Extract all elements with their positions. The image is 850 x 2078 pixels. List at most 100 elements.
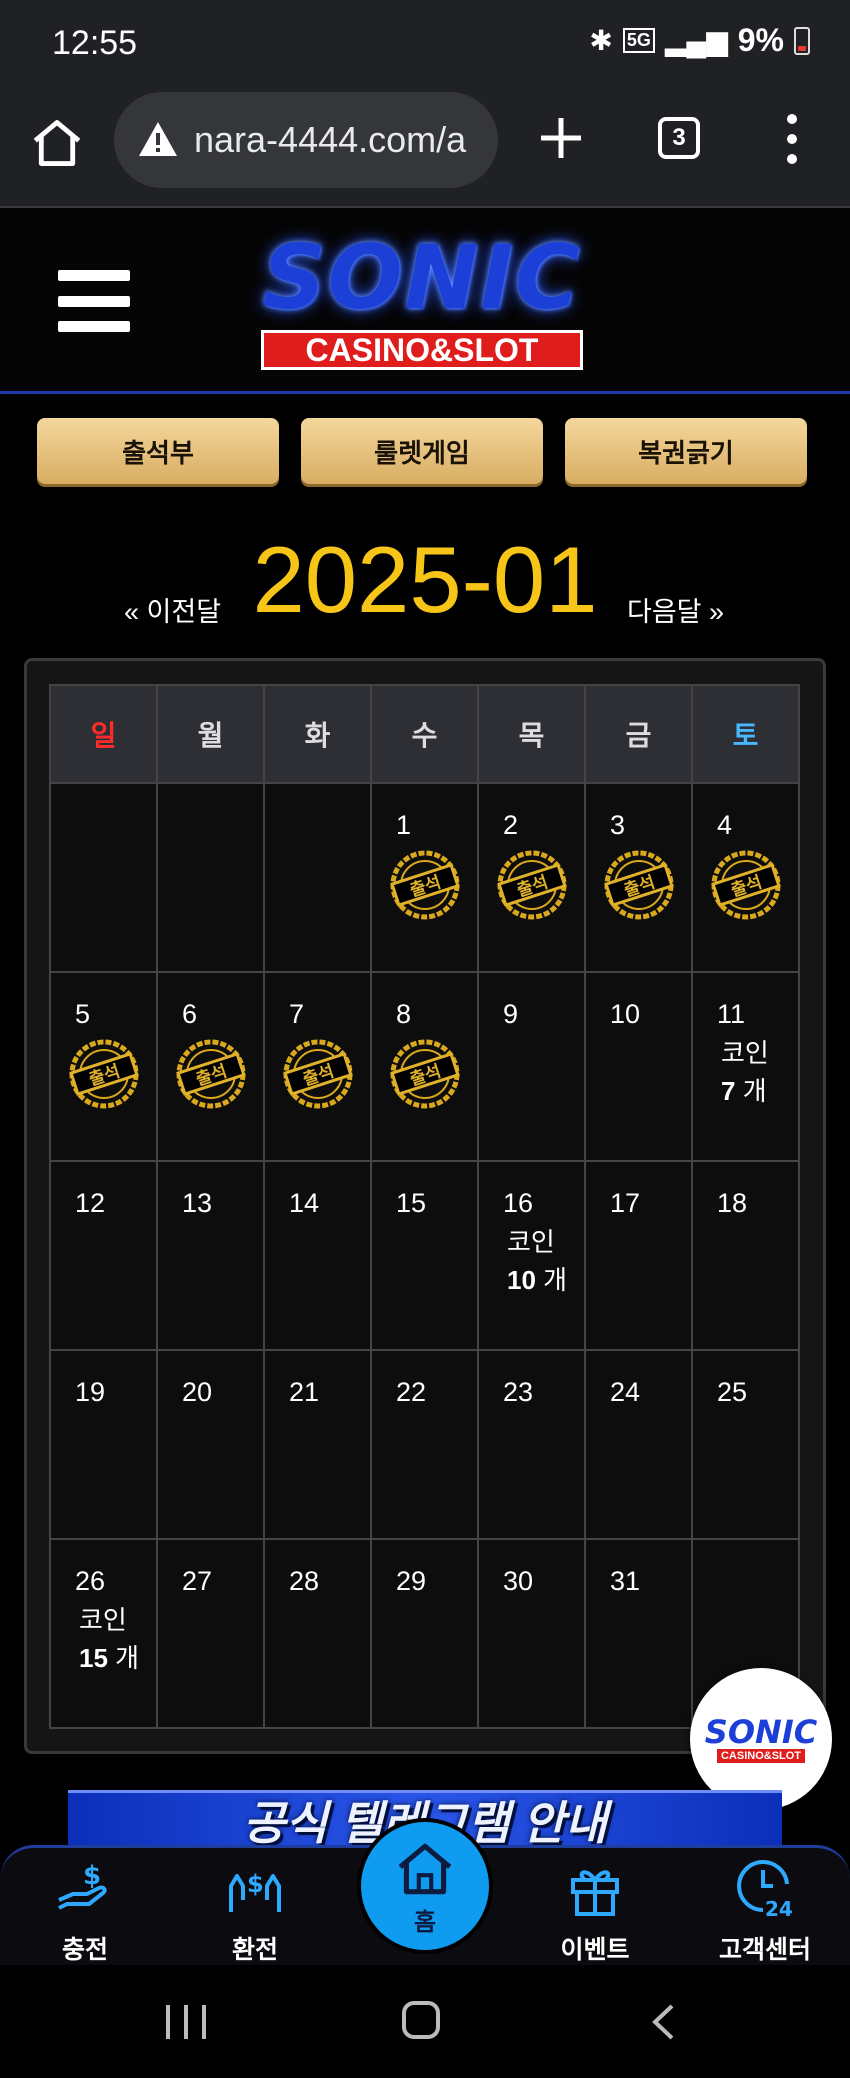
calendar-day-cell[interactable]: 16 코인 10 개 — [479, 1162, 586, 1351]
status-time: 12:55 — [52, 24, 138, 62]
coin-amount: 7 — [721, 1076, 736, 1106]
nav-deposit-label: 충전 — [61, 1936, 108, 1964]
day-number: 22 — [396, 1377, 427, 1407]
calendar-day-cell[interactable]: 28 — [265, 1540, 372, 1729]
calendar-day-cell — [51, 784, 158, 973]
calendar-grid: 일 월 화 수 목 금 토 1 출석 2 출석 3 출석 4 출석 5 출석 6 출석 7 출석 8 출석 9 1… — [49, 684, 800, 1729]
calendar-day-cell[interactable]: 25 — [693, 1351, 800, 1540]
day-number: 10 — [610, 999, 641, 1029]
calendar-day-cell[interactable]: 6 출석 — [158, 973, 265, 1162]
calendar-day-cell[interactable]: 30 — [479, 1540, 586, 1729]
calendar-day-cell[interactable]: 5 출석 — [51, 973, 158, 1162]
attendance-stamp-icon: 출석 — [390, 1039, 460, 1109]
system-home-icon[interactable] — [402, 2001, 440, 2039]
weekday-header: 금 — [586, 686, 693, 784]
status-bar: 12:55 ✱ 5G ▂▄▆ 9% — [0, 0, 850, 86]
coin-count: 15 개 — [79, 1638, 139, 1675]
calendar-day-cell[interactable]: 10 — [586, 973, 693, 1162]
day-number: 9 — [503, 999, 519, 1029]
calendar-day-cell[interactable]: 14 — [265, 1162, 372, 1351]
day-number: 30 — [503, 1566, 534, 1596]
day-number: 27 — [182, 1566, 213, 1596]
new-tab-icon[interactable] — [535, 112, 587, 164]
attendance-stamp-icon: 출석 — [711, 850, 781, 920]
calendar-day-cell[interactable]: 9 — [479, 973, 586, 1162]
weekday-header: 목 — [479, 686, 586, 784]
browser-toolbar: nara-4444.com/a 3 — [0, 86, 850, 208]
day-number: 31 — [610, 1566, 641, 1596]
day-number: 2 — [503, 810, 519, 840]
calendar-day-cell[interactable]: 17 — [586, 1162, 693, 1351]
coin-label: 코인 — [79, 1605, 127, 1635]
calendar-day-cell[interactable]: 24 — [586, 1351, 693, 1540]
calendar-day-cell[interactable]: 29 — [372, 1540, 479, 1729]
tab-switcher-button[interactable]: 3 — [658, 117, 700, 159]
calendar-day-cell[interactable]: 8 출석 — [372, 973, 479, 1162]
calendar-day-cell[interactable]: 13 — [158, 1162, 265, 1351]
calendar-day-cell — [265, 784, 372, 973]
month-navigation: « 이전달 2025-01 다음달 » — [0, 528, 850, 638]
nav-withdraw[interactable]: $ 환전 — [180, 1856, 330, 1968]
calendar-day-cell[interactable]: 4 출석 — [693, 784, 800, 973]
calendar-day-cell[interactable]: 15 — [372, 1162, 479, 1351]
hamburger-menu-icon[interactable] — [58, 270, 130, 332]
nav-support[interactable]: 24 고객센터 — [690, 1856, 840, 1968]
browser-menu-icon[interactable] — [782, 114, 802, 164]
calendar-day-cell[interactable]: 11 코인 7 개 — [693, 973, 800, 1162]
calendar-day-cell[interactable]: 18 — [693, 1162, 800, 1351]
attendance-button[interactable]: 출석부 — [37, 418, 279, 484]
attendance-stamp-icon: 출석 — [390, 850, 460, 920]
network-type-icon: 5G — [622, 28, 655, 53]
calendar-day-cell[interactable]: 26 코인 15 개 — [51, 1540, 158, 1729]
calendar-day-cell[interactable]: 31 — [586, 1540, 693, 1729]
svg-text:$: $ — [83, 1861, 101, 1891]
weekday-header: 토 — [693, 686, 800, 784]
site-header: SONIC CASINO&SLOT — [0, 208, 850, 394]
support-badge: 24 — [765, 1897, 793, 1920]
day-number: 11 — [717, 999, 746, 1029]
recent-apps-icon[interactable] — [166, 2005, 206, 2039]
nav-home[interactable]: 홈 — [357, 1818, 493, 1954]
coin-count: 10 개 — [507, 1260, 567, 1297]
prev-month-link[interactable]: « 이전달 — [124, 590, 221, 629]
battery-percent: 9% — [737, 22, 784, 58]
site-logo[interactable]: SONIC CASINO&SLOT — [232, 230, 612, 380]
nav-support-label: 고객센터 — [718, 1936, 811, 1964]
day-number: 23 — [503, 1377, 534, 1407]
day-number: 6 — [182, 999, 198, 1029]
coin-amount: 15 — [79, 1643, 108, 1673]
calendar-day-cell[interactable]: 2 출석 — [479, 784, 586, 973]
day-number: 1 — [396, 810, 412, 840]
lottery-button[interactable]: 복권긁기 — [565, 418, 807, 484]
url-text: nara-4444.com/a — [194, 119, 467, 160]
gift-icon — [571, 1870, 619, 1916]
calendar-day-cell[interactable]: 21 — [265, 1351, 372, 1540]
battery-icon — [794, 26, 810, 55]
calendar-day-cell[interactable]: 20 — [158, 1351, 265, 1540]
calendar-day-cell[interactable]: 1 출석 — [372, 784, 479, 973]
browser-home-icon[interactable] — [28, 114, 86, 172]
day-number: 15 — [396, 1188, 427, 1218]
nav-event[interactable]: 이벤트 — [520, 1856, 670, 1968]
calendar-day-cell[interactable]: 19 — [51, 1351, 158, 1540]
day-number: 17 — [610, 1188, 641, 1218]
calendar-day-cell[interactable]: 27 — [158, 1540, 265, 1729]
calendar-day-cell[interactable]: 7 출석 — [265, 973, 372, 1162]
nav-deposit[interactable]: $ 충전 — [10, 1856, 160, 1968]
floating-logo-button[interactable]: SONIC CASINO&SLOT — [690, 1668, 832, 1810]
day-number: 8 — [396, 999, 412, 1029]
calendar-day-cell[interactable]: 12 — [51, 1162, 158, 1351]
address-bar[interactable]: nara-4444.com/a — [114, 92, 498, 188]
back-icon[interactable] — [650, 2003, 676, 2041]
calendar-day-cell[interactable]: 23 — [479, 1351, 586, 1540]
weekday-header: 화 — [265, 686, 372, 784]
warning-icon[interactable] — [136, 118, 180, 162]
nav-home-label: 홈 — [413, 1908, 437, 1936]
coin-label: 코인 — [507, 1227, 555, 1257]
next-month-link[interactable]: 다음달 » — [627, 590, 724, 629]
calendar-day-cell[interactable]: 3 출석 — [586, 784, 693, 973]
roulette-button[interactable]: 룰렛게임 — [301, 418, 543, 484]
logo-sub-text: CASINO&SLOT — [261, 330, 583, 370]
calendar-day-cell[interactable]: 22 — [372, 1351, 479, 1540]
weekday-header: 수 — [372, 686, 479, 784]
